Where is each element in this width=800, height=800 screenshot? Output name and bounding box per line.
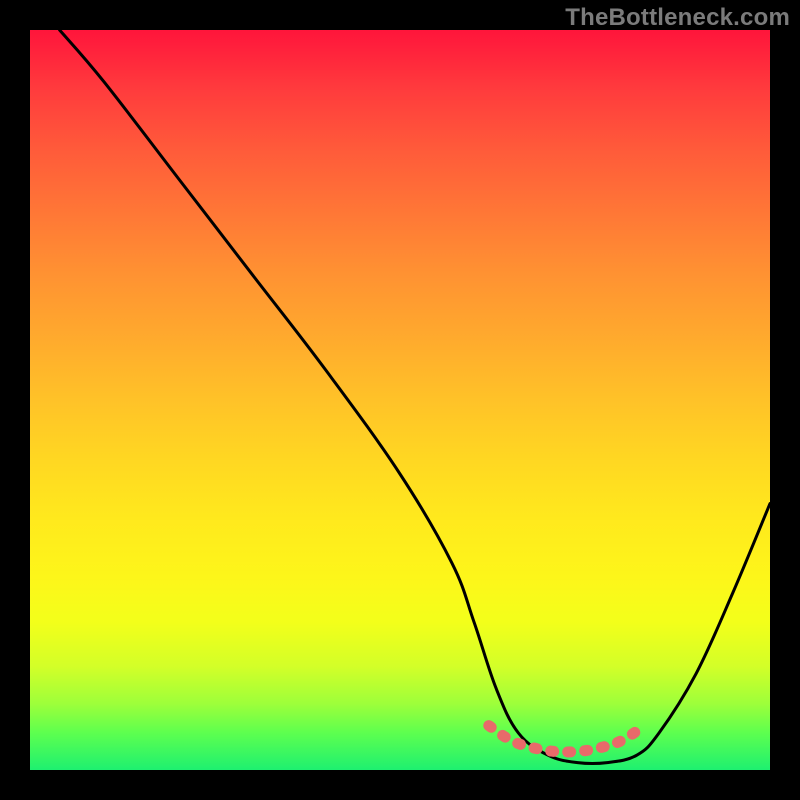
bottleneck-curve-path xyxy=(60,30,770,764)
plot-area xyxy=(30,30,770,770)
watermark-text: TheBottleneck.com xyxy=(565,4,790,32)
chart-frame: TheBottleneck.com xyxy=(0,0,800,800)
optimal-band-path xyxy=(489,726,644,752)
chart-svg xyxy=(30,30,770,770)
